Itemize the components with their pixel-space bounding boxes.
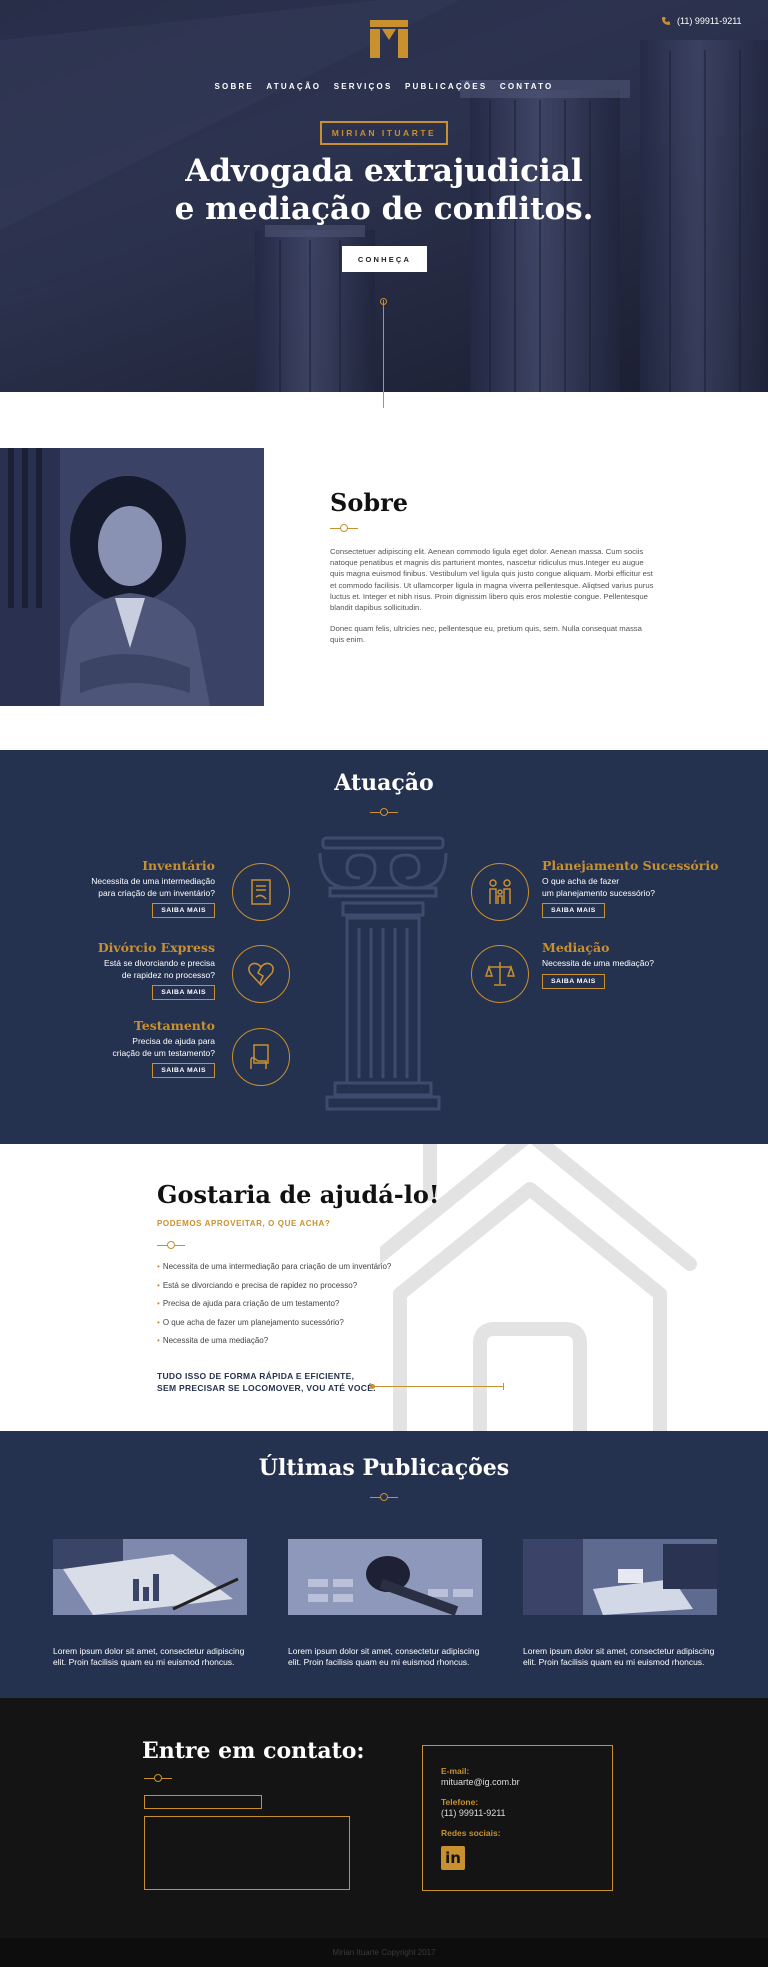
broken-heart-icon (232, 945, 290, 1003)
nav-contato[interactable]: CONTATO (500, 82, 554, 91)
conheca-button[interactable]: CONHEÇA (342, 246, 427, 272)
list-item: • Necessita de uma intermediação para cri… (157, 1262, 392, 1271)
sobre-divider (330, 524, 358, 532)
ajuda-decorative-line (370, 1383, 504, 1390)
service-title: Planejamento Sucessório (542, 858, 719, 873)
atuacao-divider (370, 808, 398, 816)
hero-headline: Advogada extrajudicial e mediação de con… (0, 152, 768, 228)
hero-headline-line1: Advogada extrajudicial (185, 153, 583, 189)
lawyer-portrait-image (0, 448, 264, 706)
social-label: Redes sociais: (441, 1828, 501, 1838)
saiba-mais-button[interactable]: SAIBA MAIS (152, 1063, 215, 1078)
atuacao-section: Atuação Inventário Necessita de uma inte… (0, 750, 768, 1144)
publicacoes-divider (370, 1493, 398, 1501)
service-inventario: Inventário Necessita de uma intermediaçã… (91, 858, 215, 918)
hero-scroll-dot (380, 298, 387, 305)
saiba-mais-button[interactable]: SAIBA MAIS (152, 985, 215, 1000)
ajuda-subtitle: PODEMOS APROVEITAR, O QUE ACHA? (157, 1219, 331, 1228)
list-item: • Está se divorciando e precisa de rapide… (157, 1280, 358, 1290)
hero-scroll-line (383, 300, 384, 408)
contact-info-box: E-mail: mituarte@ig.com.br Telefone: (11… (422, 1745, 613, 1891)
list-item: • Precisa de ajuda para criação de um tes… (157, 1299, 340, 1308)
meeting-image[interactable] (523, 1539, 717, 1615)
list-item: • O que acha de fazer um planejamento suc… (157, 1317, 344, 1327)
contato-title: Entre em contato: (142, 1738, 365, 1764)
sobre-text: Consectetuer adipiscing elit. Aenean com… (330, 546, 655, 646)
service-desc: Está se divorciando e precisa de rapidez … (103, 958, 215, 980)
service-title: Divórcio Express (97, 940, 215, 955)
nav-atuacao[interactable]: ATUAÇÃO (266, 82, 321, 91)
service-desc: Precisa de ajuda para criação de um testa… (112, 1036, 215, 1058)
service-title: Testamento (133, 1018, 215, 1033)
ajuda-title: Gostaria de ajudá-lo! (157, 1180, 440, 1209)
phone-icon (662, 17, 670, 25)
hero-headline-line2: e mediação de conflitos. (174, 191, 594, 227)
name-badge: MIRIAN ITUARTE (320, 121, 448, 145)
ajuda-divider (157, 1241, 185, 1249)
scales-icon (471, 945, 529, 1003)
nav-sobre[interactable]: SOBRE (215, 82, 254, 91)
saiba-mais-button[interactable]: SAIBA MAIS (542, 903, 605, 918)
family-icon (471, 863, 529, 921)
service-planejamento: Planejamento Sucessório O que acha de fa… (542, 858, 718, 918)
gavel-image[interactable] (288, 1539, 482, 1615)
atuacao-title: Atuação (334, 770, 434, 796)
hero-section: (11) 99911-9211 SOBRE ATUAÇÃO SERVIÇOS P… (0, 0, 768, 392)
header-phone[interactable]: (11) 99911-9211 (661, 16, 742, 26)
hand-document-icon (232, 1028, 290, 1086)
document-icon (232, 863, 290, 921)
post-excerpt[interactable]: Lorem ipsum dolor sit amet, consectetur … (288, 1646, 488, 1668)
publicacoes-title: Últimas Publicações (258, 1455, 510, 1481)
linkedin-icon[interactable]: in (441, 1846, 465, 1870)
post-excerpt[interactable]: Lorem ipsum dolor sit amet, consectetur … (53, 1646, 253, 1668)
nav-servicos[interactable]: SERVIÇOS (334, 82, 393, 91)
footer: Mirian Ituarte Copyright 2017 (0, 1938, 768, 1967)
contato-section: Entre em contato: E-mail: mituarte@ig.co… (0, 1698, 768, 1938)
sobre-paragraph: Donec quam felis, ultricies nec, pellent… (330, 624, 642, 645)
service-testamento: Testamento Precisa de ajuda para criação … (112, 1018, 215, 1078)
service-desc: Necessita de uma intermediação para criaç… (91, 876, 215, 898)
list-item: • Necessita de uma mediação? (157, 1336, 269, 1345)
finance-document-image[interactable] (53, 1539, 247, 1615)
contato-divider (144, 1774, 172, 1782)
service-title: Mediação (542, 940, 610, 955)
sobre-paragraph: Consectetuer adipiscing elit. Aenean com… (330, 547, 654, 613)
contact-name-field[interactable] (144, 1795, 262, 1809)
post-excerpt[interactable]: Lorem ipsum dolor sit amet, consectetur … (523, 1646, 723, 1668)
service-title: Inventário (142, 858, 215, 873)
phone-text: (11) 99911-9211 (677, 16, 742, 26)
ajuda-final-text: TUDO ISSO DE FORMA RÁPIDA E EFICIENTE, SE… (157, 1371, 376, 1393)
saiba-mais-button[interactable]: SAIBA MAIS (152, 903, 215, 918)
column-illustration (318, 836, 448, 1111)
logo-icon[interactable] (370, 20, 408, 58)
ajuda-list: • Necessita de uma intermediação para cri… (157, 1262, 391, 1355)
service-mediacao: Mediação Necessita de uma mediação? SAIB… (542, 940, 654, 989)
main-nav: SOBRE ATUAÇÃO SERVIÇOS PUBLICAÇÕES CONTA… (0, 76, 768, 94)
service-desc: O que acha de fazer um planejamento suces… (542, 876, 655, 898)
contact-message-field[interactable] (144, 1816, 350, 1890)
nav-publicacoes[interactable]: PUBLICAÇÕES (405, 82, 487, 91)
phone-label: Telefone: (441, 1797, 479, 1807)
service-desc: Necessita de uma mediação? (542, 958, 654, 968)
email-label: E-mail: (441, 1766, 470, 1776)
phone-value[interactable]: (11) 99911-9211 (441, 1808, 594, 1818)
sobre-title: Sobre (330, 488, 409, 517)
publicacoes-section: Últimas Publicações Lorem ipsum dolor si… (0, 1431, 768, 1698)
saiba-mais-button[interactable]: SAIBA MAIS (542, 973, 605, 989)
service-divorcio: Divórcio Express Está se divorciando e p… (98, 940, 215, 1000)
email-value[interactable]: mituarte@ig.com.br (441, 1777, 594, 1787)
